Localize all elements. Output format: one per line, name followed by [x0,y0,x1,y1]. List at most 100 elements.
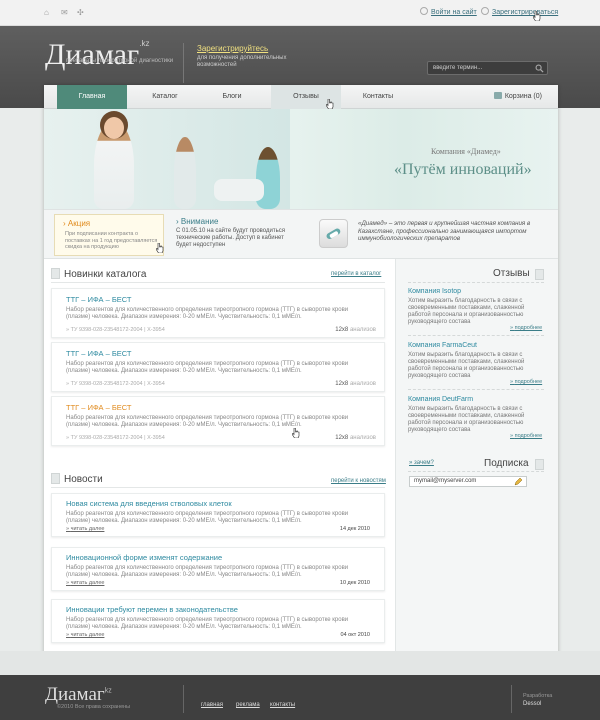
reviews-heading: Отзывы [493,268,530,279]
news-title[interactable]: Новая система для введения стволовых кле… [66,499,232,508]
section-divider [408,471,544,472]
footer-copyright: ©2010 Все права сохранены [57,704,131,710]
footer-logo-text: Диамаг [45,684,105,705]
review-company[interactable]: Компания Isotop [408,288,461,295]
subscribe-email-input[interactable]: mymail@myserver.com [409,476,527,487]
subscribe-why-label: зачем? [414,460,434,466]
card-meta: » ТУ 9398-028-23548172-2004 | Х-3954 [66,381,165,387]
subscribe-heading: Подписка [484,458,529,469]
review-more-link[interactable]: » подробнее [510,433,584,439]
nav-catalog[interactable]: Каталог [137,85,193,109]
card-desc: Набор реагентов для количественного опре… [66,307,349,320]
search-input[interactable]: введите термин... [427,61,548,75]
mail-icon[interactable]: ✉ [61,9,69,17]
site-logo[interactable]: Диамаг.kz [45,38,149,72]
review-more-link[interactable]: » подробнее [510,379,584,385]
section-divider [51,282,385,283]
review-more-label: подробнее [514,433,543,439]
developer-name[interactable]: Dessol [523,701,541,707]
nav-contacts[interactable]: Контакты [348,85,408,109]
card-desc: Набор реагентов для количественного опре… [66,361,349,374]
news-title[interactable]: Инновации требуют перемен в законодатель… [66,605,238,614]
catalog-link[interactable]: перейти в каталог [331,271,381,277]
review-company[interactable]: Компания DeutFarm [408,396,473,403]
hand-cursor-icon [533,11,541,21]
sitemap-icon[interactable]: ✣ [77,9,85,17]
footer-divider [183,685,184,713]
catalog-card[interactable]: ТТГ – ИФА – БЕСТ Набор реагентов для кол… [51,396,385,446]
card-count-unit: анализов [349,327,376,333]
hand-cursor-icon [292,428,300,438]
read-more-label: читать далее [70,526,105,532]
catalog-card[interactable]: ТТГ – ИФА – БЕСТ Набор реагентов для кол… [51,288,385,338]
login-link[interactable]: Войти на сайт [420,7,477,16]
footer-link-contacts[interactable]: контакты [270,702,295,708]
news-item: Новая система для введения стволовых кле… [51,493,385,537]
developer-label: Разработка [523,693,553,699]
news-link[interactable]: перейти к новостям [331,478,386,484]
site-footer: Диамагkz ©2010 Все права сохранены главн… [0,675,600,720]
header-divider [183,43,184,83]
catalog-card[interactable]: ТТГ – ИФА – БЕСТ Набор реагентов для кол… [51,342,385,392]
header-register-link[interactable]: Зарегистрируйтесь [197,44,268,53]
news-date: 04 окт 2010 [340,632,370,638]
attention-title-text: Внимание [180,217,219,226]
section-icon [51,268,60,279]
arrow-icon: › [63,219,66,228]
card-title[interactable]: ТТГ – ИФА – БЕСТ [66,349,132,358]
news-item: Инновационной форме изменят содержание Н… [51,547,385,591]
banner-slogan: «Путём инноваций» [394,161,532,178]
review-text: Хотим выразить благодарность в связи с с… [408,406,525,433]
register-label: Зарегистрироваться [492,9,559,16]
card-meta: » ТУ 9398-028-23548172-2004 | Х-3954 [66,327,165,333]
login-label: Войти на сайт [431,9,477,16]
catalog-heading-text: Новинки каталога [64,269,147,280]
about-text: «Диамед» – это первая и крупнейшая частн… [358,220,531,242]
nav-blogs[interactable]: Блоги [204,85,260,109]
subscribe-why-link[interactable]: » зачем? [409,460,434,466]
pencil-icon[interactable] [514,477,523,486]
register-link[interactable]: Зарегистрироваться [481,7,558,16]
review-more-label: подробнее [514,325,543,331]
card-title[interactable]: ТТГ – ИФА – БЕСТ [66,403,132,412]
read-more-link[interactable]: » читать далее [66,580,104,586]
top-bar: ⌂ ✉ ✣ Войти на сайт Зарегистрироваться [0,0,600,26]
card-count: 12х8 анализов [335,381,376,387]
nav-home[interactable]: Главная [57,85,127,109]
footer-stripe [0,651,600,675]
section-icon [535,269,544,280]
card-title[interactable]: ТТГ – ИФА – БЕСТ [66,295,132,304]
card-count-value: 12х8 [335,381,349,387]
card-count: 12х8 анализов [335,435,376,441]
review-text: Хотим выразить благодарность в связи с с… [408,298,525,325]
read-more-link[interactable]: » читать далее [66,526,104,532]
cart-link[interactable]: Корзина (0) [493,85,542,109]
footer-logo[interactable]: Диамагkz [45,684,112,706]
search-icon[interactable] [535,64,544,73]
promo-title: › Акция [63,219,90,228]
doctors-photo [44,109,290,209]
search-placeholder: введите термин... [433,65,483,71]
footer-link-home[interactable]: главная [201,702,223,708]
card-count-unit: анализов [349,435,376,441]
header-register-text: для получения дополнительных возможносте… [197,55,287,68]
news-desc: Набор реагентов для количественного опре… [66,617,349,630]
read-more-link[interactable]: » читать далее [66,632,104,638]
section-divider [408,335,544,336]
arrow-icon: › [176,217,179,226]
review-more-link[interactable]: » подробнее [510,325,584,331]
home-icon[interactable]: ⌂ [44,9,52,17]
footer-divider [511,685,512,713]
review-company[interactable]: Компания FarmaCeut [408,342,477,349]
promo-box[interactable]: › Акция При подписании контракта о поста… [54,214,164,256]
footer-link-ads[interactable]: реклама [236,702,260,708]
news-date: 10 дек 2010 [339,580,370,586]
hand-cursor-icon [326,99,334,109]
news-title[interactable]: Инновационной форме изменят содержание [66,553,222,562]
attention-title: › Внимание [176,217,218,226]
card-count-unit: анализов [349,381,376,387]
news-heading-text: Новости [64,474,103,485]
info-strip: › Акция При подписании контракта о поста… [44,209,558,259]
section-divider [408,389,544,390]
promo-text: При подписании контракта о поставках на … [65,231,158,250]
